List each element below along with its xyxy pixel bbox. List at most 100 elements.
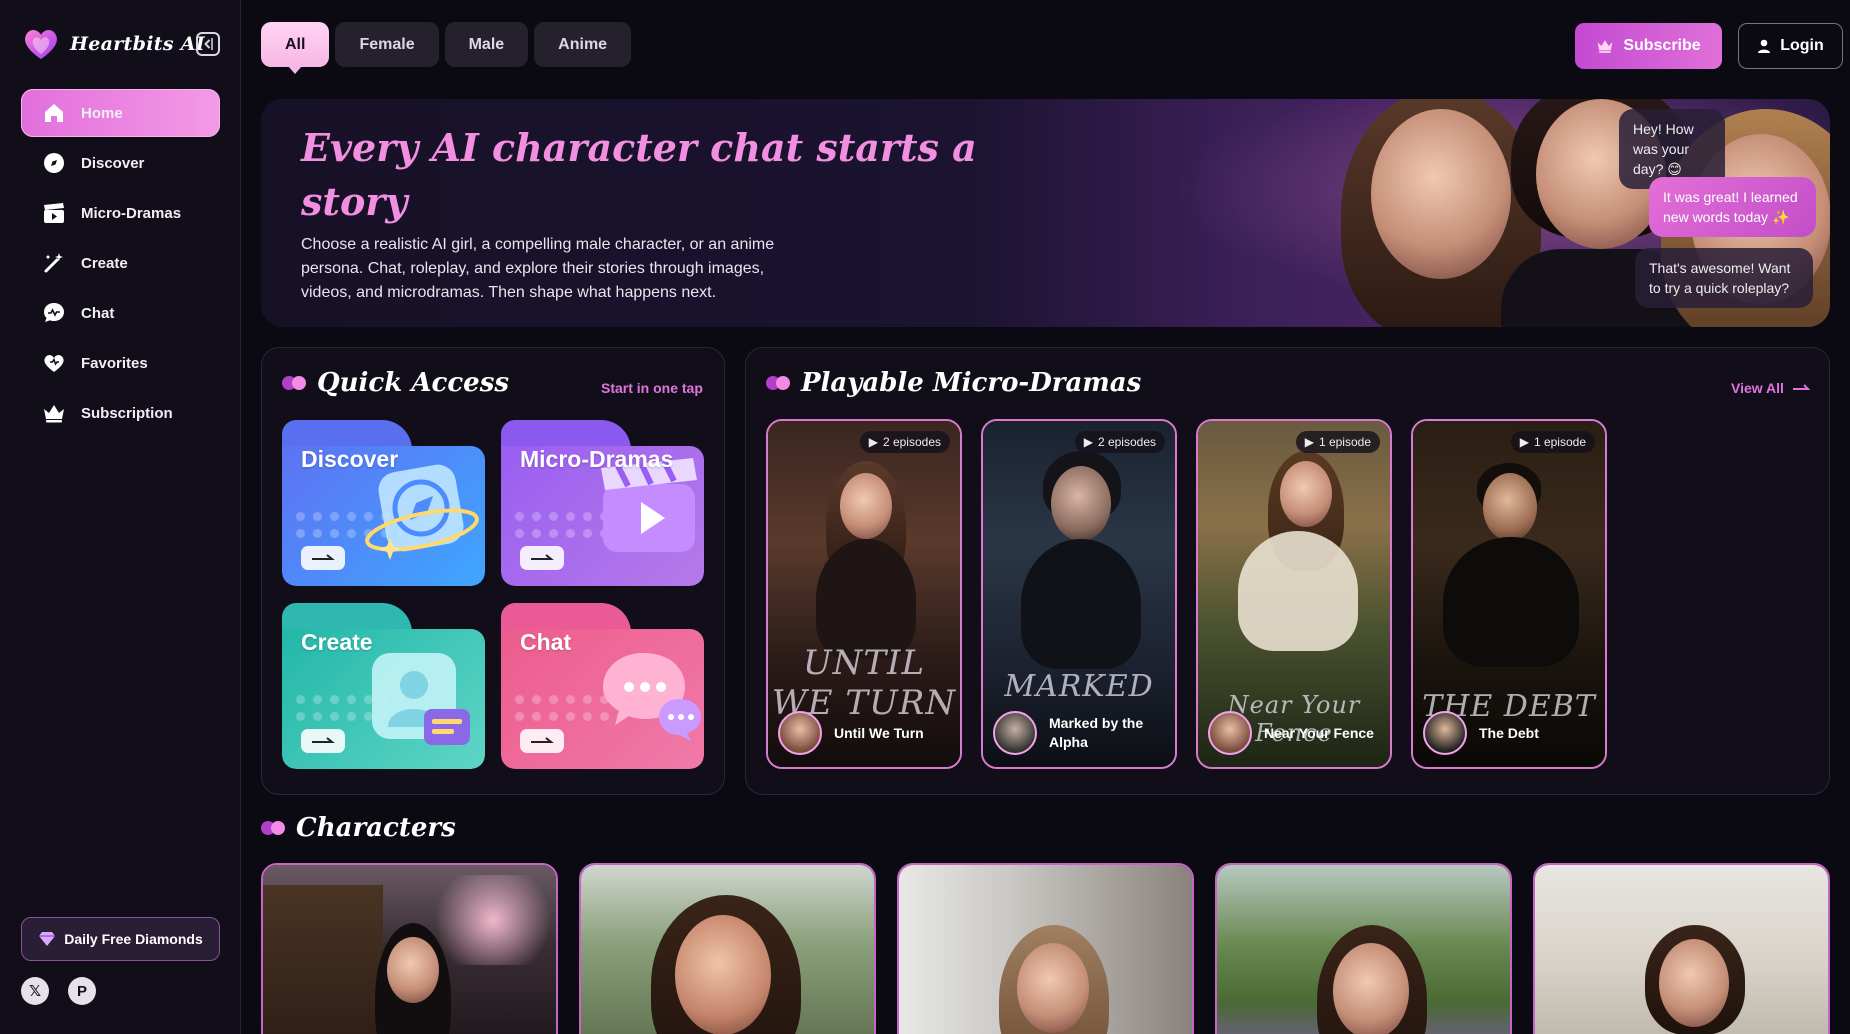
daily-free-diamonds-label: Daily Free Diamonds xyxy=(64,931,203,947)
daily-free-diamonds-button[interactable]: Daily Free Diamonds xyxy=(21,917,220,961)
characters-title-text: Characters xyxy=(296,813,456,843)
sidebar-item-label: Favorites xyxy=(81,354,148,372)
sidebar-item-micro-dramas[interactable]: Micro-Dramas xyxy=(21,189,220,237)
arrow-right-icon xyxy=(1792,384,1810,390)
sidebar-item-subscription[interactable]: Subscription xyxy=(21,389,220,437)
sidebar-item-create[interactable]: Create xyxy=(21,239,220,287)
collapse-icon xyxy=(204,38,213,50)
character-card[interactable] xyxy=(261,863,558,1034)
view-all-link[interactable]: View All xyxy=(1731,380,1810,396)
magic-wand-icon xyxy=(41,250,67,276)
tab-all[interactable]: All xyxy=(261,22,330,74)
pinterest-icon[interactable]: P xyxy=(68,977,96,1005)
characters-title: Characters xyxy=(261,813,456,843)
login-button[interactable]: Login xyxy=(1738,23,1843,69)
hero-description: Choose a realistic AI girl, a compelling… xyxy=(301,236,775,301)
sidebar-item-label: Chat xyxy=(81,304,115,322)
character-card[interactable] xyxy=(897,863,1194,1034)
subscribe-label: Subscribe xyxy=(1623,37,1701,54)
micro-drama-card-until-we-turn[interactable]: ▶ 2 episodes UNTIL WE TURN Until We Turn xyxy=(766,419,962,769)
sidebar-nav: Home Discover Micro-Dramas Create Chat F… xyxy=(21,89,220,439)
quick-access-panel: Quick Access Start in one tap Discover M… xyxy=(261,347,725,795)
quick-access-card-micro-dramas[interactable]: Micro-Dramas xyxy=(501,420,704,586)
character-card[interactable] xyxy=(579,863,876,1034)
sidebar-item-discover[interactable]: Discover xyxy=(21,139,220,187)
chat-bubble-icon xyxy=(603,653,701,741)
play-icon: ▶ xyxy=(868,435,878,449)
chat-bubble: That's awesome! Want to try a quick role… xyxy=(1635,248,1813,308)
view-all-label: View All xyxy=(1731,380,1784,396)
card-footer: The Debt xyxy=(1423,711,1589,755)
micro-drama-title: Near Your Fence xyxy=(1264,724,1374,741)
play-icon: ▶ xyxy=(1083,435,1093,449)
micro-drama-title: Marked by the Alpha xyxy=(1049,715,1144,750)
quick-access-card-label: Create xyxy=(301,629,373,655)
sidebar-item-label: Micro-Dramas xyxy=(81,204,182,222)
subscribe-button[interactable]: Subscribe xyxy=(1575,23,1722,69)
card-footer: Until We Turn xyxy=(778,711,944,755)
tab-male[interactable]: Male xyxy=(444,22,529,67)
arrow-right-icon[interactable] xyxy=(301,729,345,753)
arrow-right-icon[interactable] xyxy=(520,546,564,570)
hero-title: Every AI character chat starts a story xyxy=(301,125,977,224)
category-tabs: All Female Male Anime xyxy=(261,22,632,74)
sidebar-item-label: Home xyxy=(81,104,123,122)
poster-title: MARKED xyxy=(1004,669,1154,704)
sidebar-item-label: Discover xyxy=(81,154,145,172)
episode-count: 1 episode xyxy=(1318,435,1371,449)
micro-drama-card-near-your-fence[interactable]: ▶ 1 episode Near Your Fence Near Your Fen… xyxy=(1196,419,1392,769)
episode-count: 1 episode xyxy=(1533,435,1586,449)
episode-count: 2 episodes xyxy=(882,435,941,449)
quick-access-title: Quick Access xyxy=(282,368,509,398)
micro-drama-card-marked-by-the-alpha[interactable]: ▶ 2 episodes MARKED Marked by the Alpha xyxy=(981,419,1177,769)
avatar xyxy=(1208,711,1252,755)
section-dots-icon xyxy=(282,376,307,390)
sidebar-item-chat[interactable]: Chat xyxy=(21,289,220,337)
arrow-right-icon[interactable] xyxy=(520,729,564,753)
character-card[interactable] xyxy=(1533,863,1830,1034)
collapse-sidebar-button[interactable] xyxy=(196,32,220,56)
sidebar-item-home[interactable]: Home xyxy=(21,89,220,137)
quick-access-card-chat[interactable]: Chat xyxy=(501,603,704,769)
section-dots-icon xyxy=(766,376,791,390)
heart-icon xyxy=(41,350,67,376)
section-dots-icon xyxy=(261,821,286,835)
start-in-one-tap-link[interactable]: Start in one tap xyxy=(601,380,703,396)
crown-icon xyxy=(41,400,67,426)
sidebar-item-label: Create xyxy=(81,254,128,272)
card-footer: Near Your Fence xyxy=(1208,711,1374,755)
crown-icon xyxy=(1598,40,1613,53)
login-label: Login xyxy=(1780,37,1824,54)
micro-drama-title: The Debt xyxy=(1479,724,1539,741)
quick-access-card-discover[interactable]: Discover xyxy=(282,420,485,586)
social-links: 𝕏 P xyxy=(21,977,96,1005)
hero-banner: Every AI character chat starts a story C… xyxy=(261,99,1830,327)
avatar xyxy=(778,711,822,755)
card-footer: Marked by the Alpha xyxy=(993,711,1159,755)
quick-access-card-create[interactable]: Create xyxy=(282,603,485,769)
sidebar-item-label: Subscription xyxy=(81,404,173,422)
brand[interactable]: Heartbits AI xyxy=(22,26,205,62)
profile-card-icon xyxy=(372,653,470,745)
avatar xyxy=(1423,711,1467,755)
compass-icon xyxy=(41,150,67,176)
chat-bubble-icon xyxy=(41,300,67,326)
avatar xyxy=(993,711,1037,755)
play-icon: ▶ xyxy=(1304,435,1314,449)
heart-logo-icon xyxy=(25,30,57,60)
x-icon[interactable]: 𝕏 xyxy=(21,977,49,1005)
brand-name: Heartbits AI xyxy=(70,33,205,55)
micro-dramas-title: Playable Micro-Dramas xyxy=(766,368,1141,398)
tab-female[interactable]: Female xyxy=(335,22,439,67)
character-card[interactable] xyxy=(1215,863,1512,1034)
micro-dramas-panel: Playable Micro-Dramas View All ▶ 2 episod… xyxy=(745,347,1830,795)
sidebar-item-favorites[interactable]: Favorites xyxy=(21,339,220,387)
arrow-right-icon[interactable] xyxy=(301,546,345,570)
quick-access-card-label: Micro-Dramas xyxy=(520,446,674,472)
tab-anime[interactable]: Anime xyxy=(534,22,632,67)
episode-badge: ▶ 2 episodes xyxy=(859,431,950,453)
play-icon: ▶ xyxy=(1519,435,1529,449)
chat-bubble: It was great! I learned new words today … xyxy=(1649,177,1816,237)
user-icon xyxy=(1758,39,1771,53)
micro-drama-card-the-debt[interactable]: ▶ 1 episode THE DEBT The Debt xyxy=(1411,419,1607,769)
